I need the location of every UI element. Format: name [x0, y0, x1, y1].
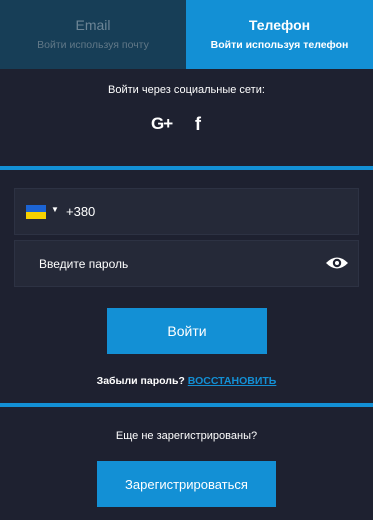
- tab-email-title: Email: [75, 17, 111, 33]
- forgot-password-text: Забыли пароль?: [96, 375, 185, 387]
- tab-email[interactable]: Email Войти используя почту: [0, 0, 186, 69]
- section-divider: [0, 403, 373, 407]
- tab-phone[interactable]: Телефон Войти используя телефон: [186, 0, 373, 69]
- google-plus-icon[interactable]: G+: [151, 114, 173, 134]
- not-registered-prompt: Еще не зарегистрированы?: [115, 430, 258, 442]
- social-login-label: Войти через социальные сети:: [108, 84, 265, 96]
- facebook-icon[interactable]: f: [195, 114, 201, 135]
- restore-password-link[interactable]: ВОССТАНОВИТЬ: [188, 375, 277, 387]
- login-tabs: Email Войти используя почту Телефон Войт…: [0, 0, 373, 69]
- tab-email-subtitle: Войти используя почту: [37, 39, 149, 51]
- password-field[interactable]: [14, 240, 359, 287]
- tab-phone-title: Телефон: [248, 17, 311, 33]
- country-dropdown-caret-icon[interactable]: ▼: [51, 205, 59, 214]
- phone-field[interactable]: ▼: [14, 188, 359, 235]
- ukraine-flag-icon[interactable]: [26, 205, 46, 219]
- login-button[interactable]: Войти: [107, 308, 267, 354]
- phone-input[interactable]: [66, 204, 346, 219]
- tab-phone-subtitle: Войти используя телефон: [210, 39, 349, 51]
- section-divider: [0, 166, 373, 170]
- forgot-password-row: Забыли пароль? ВОССТАНОВИТЬ: [0, 375, 373, 387]
- social-icons: G+ f: [0, 114, 373, 136]
- password-input[interactable]: [39, 257, 299, 271]
- register-button[interactable]: Зарегистрироваться: [97, 461, 276, 507]
- eye-icon[interactable]: [325, 254, 349, 272]
